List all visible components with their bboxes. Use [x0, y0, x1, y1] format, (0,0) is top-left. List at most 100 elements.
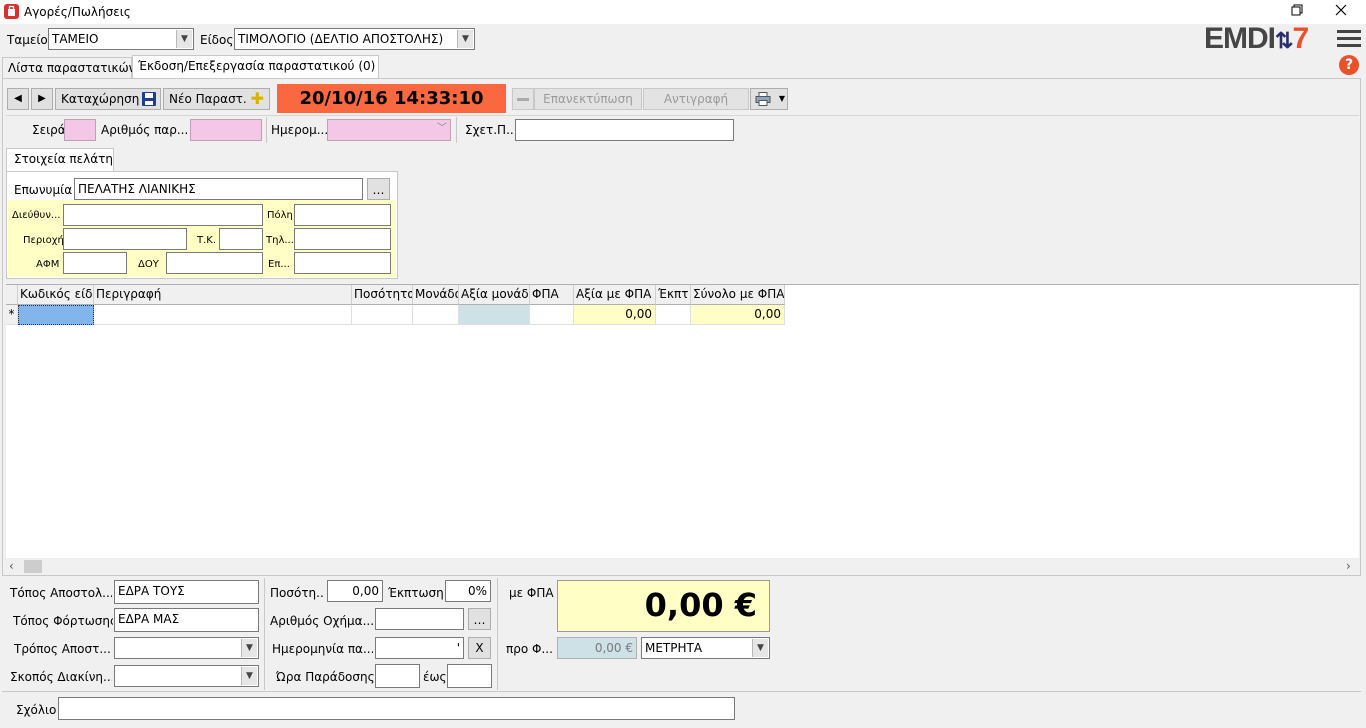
restore-icon[interactable]: [1282, 0, 1312, 22]
tab-edit-label: Έκδοση/Επεξεργασία παραστατικού (0): [138, 59, 376, 73]
col-total-with-vat[interactable]: Σύνολο με ΦΠΑ: [691, 285, 785, 305]
vehicle-lookup-button[interactable]: …: [468, 608, 491, 630]
col-description[interactable]: Περιγραφή: [94, 285, 352, 305]
phone-input[interactable]: [294, 228, 391, 250]
items-grid[interactable]: [6, 284, 1359, 558]
customer-tab-label: Στοιχεία πελάτη: [14, 152, 113, 166]
eidos-label: Είδος: [200, 33, 234, 47]
tameio-select[interactable]: ΤΑΜΕΙΟ ▼: [48, 28, 194, 50]
prev-button[interactable]: ◀: [7, 88, 29, 110]
cell-vat[interactable]: [530, 305, 574, 325]
city-input[interactable]: [294, 204, 391, 226]
address-label: Διεύθυν...: [12, 210, 61, 221]
profession-input[interactable]: [294, 252, 391, 274]
delivery-date-input[interactable]: ': [375, 637, 464, 659]
cell-unit-value[interactable]: [459, 305, 530, 325]
next-button[interactable]: ▶: [31, 88, 53, 110]
chevron-down-icon[interactable]: ▼: [457, 30, 473, 48]
cell-discount[interactable]: [656, 305, 691, 325]
col-value-with-vat[interactable]: Αξία με ΦΠΑ: [574, 285, 656, 305]
copy-button[interactable]: Αντιγραφή: [643, 88, 749, 110]
area-input[interactable]: [63, 228, 187, 250]
send-place-input[interactable]: ΕΔΡΑ ΤΟΥΣ: [114, 580, 259, 604]
chevron-down-icon[interactable]: ▼: [752, 639, 768, 657]
discount-input[interactable]: 0%: [445, 580, 491, 602]
title-bar: Αγορές/Πωλήσεις: [0, 0, 1366, 24]
new-document-button[interactable]: Νέο Παραστ. ✚: [163, 88, 270, 110]
afm-input[interactable]: [63, 252, 127, 274]
help-icon[interactable]: ?: [1339, 55, 1359, 75]
discount-value: 0%: [467, 584, 487, 598]
divider: [2, 691, 1361, 692]
total-display: 0,00 €: [557, 580, 770, 632]
col-vat[interactable]: ΦΠΑ: [530, 285, 574, 305]
col-discount[interactable]: Έκπτ: [656, 285, 691, 305]
tab-list[interactable]: Λίστα παραστατικών: [2, 57, 135, 78]
series-label: Σειρά: [32, 123, 66, 137]
qty-label: Ποσότη...: [270, 586, 325, 600]
close-icon[interactable]: [1326, 0, 1356, 22]
menu-icon[interactable]: [1336, 28, 1362, 50]
customer-tab[interactable]: Στοιχεία πελάτη: [6, 148, 114, 172]
cell-total-with-vat[interactable]: 0,00: [691, 305, 785, 325]
col-code[interactable]: Κωδικός είδο: [18, 285, 94, 305]
cell-description[interactable]: [94, 305, 352, 325]
print-button[interactable]: ▼: [750, 88, 788, 110]
scroll-right-icon[interactable]: ›: [1346, 559, 1351, 573]
related-input[interactable]: [515, 119, 734, 141]
city-label: Πόλη: [267, 210, 293, 221]
col-unit-value[interactable]: Αξία μονάδα: [459, 285, 530, 305]
payment-select[interactable]: ΜΕΤΡΗΤΑ ▼: [641, 637, 770, 659]
with-vat-label: με ΦΠΑ: [509, 586, 554, 600]
purpose-select[interactable]: ▼: [114, 665, 259, 687]
horizontal-scrollbar[interactable]: ‹ ›: [6, 558, 1359, 575]
reprint-button[interactable]: Επανεκτύπωση: [534, 88, 642, 110]
to-label: έως: [423, 670, 447, 684]
chevron-down-icon[interactable]: ▼: [241, 667, 257, 685]
cell-quantity[interactable]: [352, 305, 413, 325]
zip-input[interactable]: [219, 228, 263, 250]
customer-lookup-button[interactable]: …: [367, 178, 390, 200]
brand-logo: EMDI⇅7: [1204, 24, 1320, 56]
eidos-select[interactable]: ΤΙΜΟΛΟΓΙΟ (ΔΕΛΤΙΟ ΑΠΟΣΤΟΛΗΣ) ▼: [234, 28, 475, 50]
load-place-input[interactable]: ΕΔΡΑ ΜΑΣ: [114, 608, 259, 632]
divider: [456, 117, 457, 143]
minus-button[interactable]: [512, 88, 534, 110]
cell-code[interactable]: [18, 305, 94, 325]
divider: [264, 578, 265, 690]
delivery-time-from[interactable]: [375, 664, 420, 688]
comment-input[interactable]: [58, 697, 735, 720]
divider: [266, 117, 267, 143]
before-vat-value: 0,00 €: [594, 641, 633, 655]
before-vat-label: προ Φ...: [506, 642, 553, 656]
qty-input[interactable]: 0,00: [327, 580, 383, 602]
tab-edit[interactable]: Έκδοση/Επεξεργασία παραστατικού (0): [132, 55, 379, 79]
cell-value-with-vat[interactable]: 0,00: [574, 305, 656, 325]
col-unit[interactable]: Μονάδα: [413, 285, 459, 305]
chevron-down-icon[interactable]: ﹀: [437, 121, 447, 137]
date-picker[interactable]: ﹀: [327, 119, 451, 141]
send-method-select[interactable]: ▼: [114, 637, 259, 659]
load-place-value: ΕΔΡΑ ΜΑΣ: [118, 612, 180, 626]
cell-unit[interactable]: [413, 305, 459, 325]
delivery-time-to[interactable]: [447, 664, 492, 688]
name-input[interactable]: ΠΕΛΑΤΗΣ ΛΙΑΝΙΚΗΣ: [74, 178, 363, 200]
vehicle-label: Αριθμός Οχήμα...: [270, 614, 373, 628]
col-quantity[interactable]: Ποσότητα: [352, 285, 413, 305]
vehicle-input[interactable]: [375, 608, 464, 630]
address-input[interactable]: [63, 204, 263, 226]
chevron-down-icon[interactable]: ▼: [241, 639, 257, 657]
scroll-left-icon[interactable]: ‹: [9, 559, 14, 573]
clear-date-button[interactable]: X: [468, 637, 491, 659]
chevron-down-icon[interactable]: ▼: [176, 30, 192, 48]
tameio-label: Ταμείο: [7, 33, 48, 47]
series-input[interactable]: [64, 119, 96, 141]
save-button[interactable]: Καταχώρηση: [55, 88, 161, 110]
send-method-label: Τρόπος Αποστ...: [14, 642, 111, 656]
printer-icon: [755, 92, 771, 106]
scroll-thumb[interactable]: [24, 560, 42, 573]
doy-input[interactable]: [166, 252, 263, 274]
logo-arrows-icon: ⇅: [1275, 28, 1293, 53]
delivery-time-label: Ώρα Παράδοσης: [276, 670, 375, 684]
number-input[interactable]: [190, 119, 262, 141]
